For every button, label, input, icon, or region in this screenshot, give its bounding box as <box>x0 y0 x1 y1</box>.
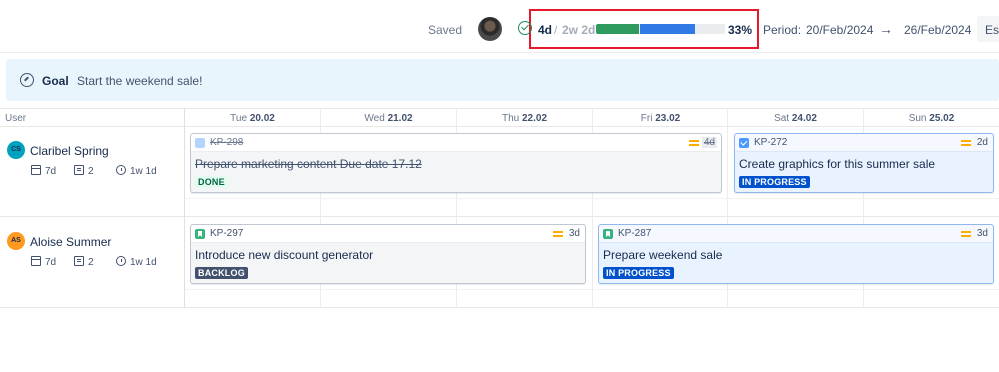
top-bar: Saved 4d / 2w 2d 33% Period: 20/Feb/2024… <box>0 0 999 56</box>
issue-estimate: 3d <box>976 228 988 239</box>
progress-in-progress-fill <box>640 24 695 34</box>
card-header: KP-298 4d <box>191 134 721 152</box>
estimate-total: 2w 2d <box>562 23 596 37</box>
issue-key[interactable]: KP-272 <box>754 137 787 148</box>
user-stat-days: 7d <box>31 165 56 177</box>
day-header: Thu 22.02 <box>501 113 548 124</box>
stopwatch-icon <box>116 256 126 266</box>
stopwatch-icon <box>116 165 126 175</box>
estimate-progress-bar <box>596 24 725 34</box>
day-header: Tue 20.02 <box>230 113 275 124</box>
issue-title: Prepare marketing content Due date 17.12 <box>195 157 422 171</box>
issue-estimate: 3d <box>568 228 580 239</box>
day-header: Fri 23.02 <box>640 113 681 124</box>
progress-done-fill <box>596 24 639 34</box>
issue-title: Prepare weekend sale <box>603 248 723 262</box>
calendar-icon <box>31 165 41 175</box>
issue-key[interactable]: KP-297 <box>210 228 243 239</box>
user-stat-issues: 2 <box>74 165 94 177</box>
issues-icon <box>74 165 84 175</box>
card-header: KP-287 3d <box>599 225 993 243</box>
day-header: Sun 25.02 <box>908 113 955 124</box>
status-badge: IN PROGRESS <box>603 267 674 279</box>
issue-key[interactable]: KP-287 <box>618 228 651 239</box>
user-name[interactable]: Aloise Summer <box>30 235 111 249</box>
divider <box>0 108 999 109</box>
user-column-header: User <box>5 113 27 124</box>
issue-card[interactable]: KP-298 4d Prepare marketing content Due … <box>190 133 722 193</box>
issue-card[interactable]: KP-297 3d Introduce new discount generat… <box>190 224 586 284</box>
priority-medium-icon <box>553 231 563 237</box>
user-stat-days: 7d <box>31 256 56 268</box>
goal-text[interactable]: Start the weekend sale! <box>77 74 202 88</box>
priority-medium-icon <box>689 140 699 146</box>
divider <box>184 108 185 308</box>
goal-banner: Goal Start the weekend sale! <box>6 59 999 101</box>
user-stat-time: 1w 1d <box>116 165 157 177</box>
user-stat-time: 1w 1d <box>116 256 157 268</box>
calendar-icon <box>31 256 41 266</box>
issue-title: Introduce new discount generator <box>195 248 374 262</box>
priority-medium-icon <box>961 140 971 146</box>
divider <box>0 216 999 217</box>
task-icon <box>195 138 205 148</box>
status-badge: IN PROGRESS <box>739 176 810 188</box>
issue-key[interactable]: KP-298 <box>210 137 243 148</box>
period-end-date[interactable]: 26/Feb/2024 <box>904 23 971 37</box>
compass-icon <box>20 73 34 87</box>
user-name[interactable]: Claribel Spring <box>30 144 109 158</box>
user-avatar[interactable]: AS <box>7 232 25 250</box>
saved-status: Saved <box>428 23 463 37</box>
divider <box>0 307 999 308</box>
task-icon <box>739 138 749 148</box>
issue-card[interactable]: KP-272 2d Create graphics for this summe… <box>734 133 994 193</box>
issues-icon <box>74 256 84 266</box>
issue-title: Create graphics for this summer sale <box>739 157 936 171</box>
user-avatar[interactable]: CS <box>7 141 25 159</box>
card-header: KP-272 2d <box>735 134 993 152</box>
issue-card[interactable]: KP-287 3d Prepare weekend sale IN PROGRE… <box>598 224 994 284</box>
arrow-right-icon: → <box>879 21 893 37</box>
day-header: Sat 24.02 <box>774 113 817 124</box>
story-icon <box>603 229 613 239</box>
day-header: Wed 21.02 <box>364 113 413 124</box>
period-label: Period: <box>763 23 802 37</box>
goal-label: Goal <box>42 74 69 88</box>
progress-percent: 33% <box>728 23 753 37</box>
timeline-grid: User Tue 20.02 Wed 21.02 Thu 22.02 Fri 2… <box>0 108 999 308</box>
period-start-date[interactable]: 20/Feb/2024 <box>806 23 873 37</box>
divider <box>0 126 999 127</box>
estimate-button[interactable]: Est <box>977 16 999 42</box>
priority-medium-icon <box>961 231 971 237</box>
user-stat-issues: 2 <box>74 256 94 268</box>
divider <box>0 52 999 53</box>
estimate-separator: / <box>554 23 558 37</box>
estimate-done: 4d <box>538 23 553 37</box>
card-header: KP-297 3d <box>191 225 585 243</box>
story-icon <box>195 229 205 239</box>
check-circle-icon <box>518 21 532 35</box>
issue-estimate: 2d <box>976 137 988 148</box>
current-user-avatar[interactable] <box>478 17 502 41</box>
status-badge: BACKLOG <box>195 267 248 279</box>
issue-estimate: 4d <box>701 137 717 148</box>
status-badge: DONE <box>195 176 228 188</box>
